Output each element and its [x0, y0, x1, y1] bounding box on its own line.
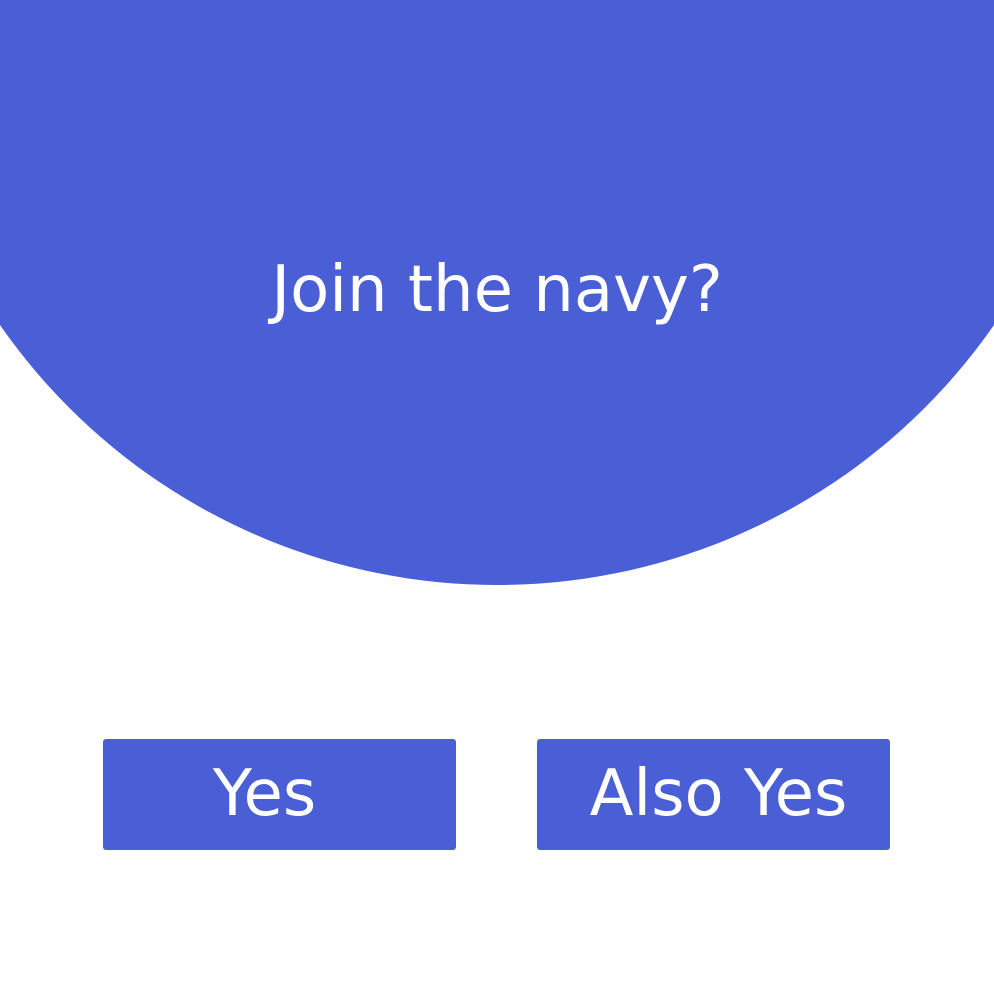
also-yes-button[interactable]: Also Yes: [537, 739, 890, 850]
yes-button-label: Yes: [212, 756, 317, 831]
dialog-page: Join the navy? Yes Also Yes: [0, 0, 994, 999]
question-text: Join the navy?: [271, 253, 723, 327]
yes-button[interactable]: Yes: [103, 739, 456, 850]
also-yes-button-label: Also Yes: [589, 756, 848, 831]
